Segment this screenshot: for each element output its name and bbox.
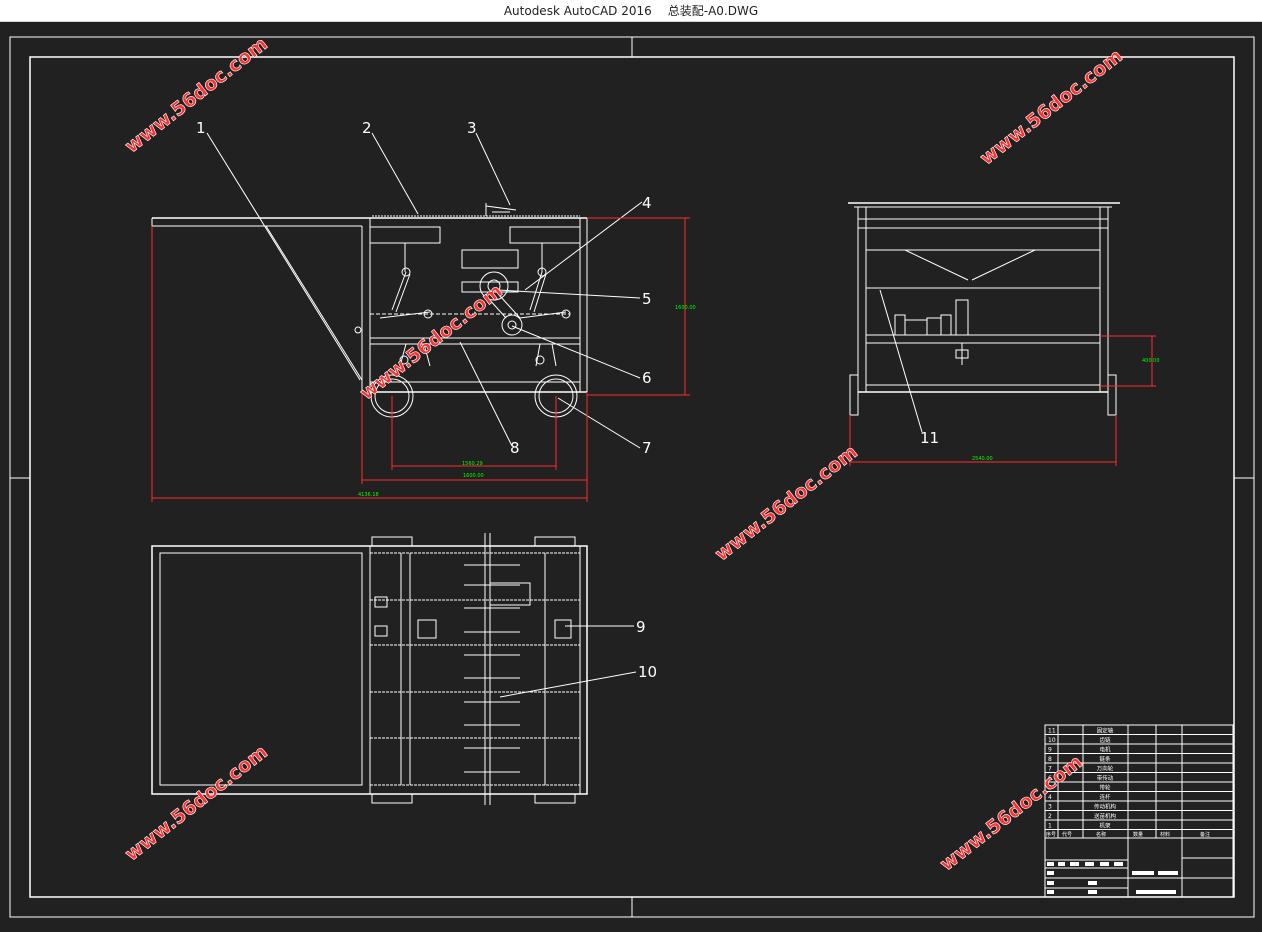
parts-row-name: 齿链 — [1099, 736, 1111, 744]
file-title: 总装配-A0.DWG — [667, 4, 759, 18]
dim-wheel-spacing: 1560.29 — [462, 461, 483, 467]
parts-row-number: 1 — [1048, 823, 1052, 830]
dim-front-height: 1600.00 — [675, 305, 696, 311]
app-title: Autodesk AutoCAD 2016 — [503, 3, 652, 18]
svg-text:代号: 代号 — [1062, 831, 1072, 838]
callout-9: 9 — [636, 618, 646, 636]
callout-8: 8 — [510, 439, 520, 457]
watermark-text: www.56doc.com — [121, 33, 272, 158]
parts-row-name: 连杆 — [1099, 793, 1111, 801]
watermark-text: www.56doc.com — [936, 751, 1087, 876]
parts-row-name: 万向轮 — [1097, 765, 1114, 773]
title-block[interactable]: 11 固定轴10 齿链9 电机8 链条7 万向轮6 带传动5 带轮4 连杆3 传动机构2 送苗机构1… — [1044, 724, 1234, 898]
parts-row-name: 链条 — [1099, 755, 1111, 763]
parts-row-name: 送苗机构 — [1094, 812, 1117, 820]
dim-side-width: 2540.00 — [972, 456, 993, 462]
callout-3: 3 — [467, 119, 477, 137]
watermark-text: www.56doc.com — [356, 280, 507, 405]
callout-7: 7 — [642, 439, 652, 457]
callout-1: 1 — [196, 119, 206, 137]
parts-row-number: 10 — [1048, 737, 1056, 744]
drawing-svg[interactable]: 1600.00 1560.29 1600.00 4136.18 400.00 2… — [0, 22, 1262, 928]
svg-text:材料: 材料 — [1160, 831, 1170, 838]
parts-row-name: 固定轴 — [1097, 727, 1114, 735]
watermark-text: www.56doc.com — [121, 741, 272, 866]
dim-base-length: 1600.00 — [463, 473, 484, 479]
svg-text:序号: 序号 — [1046, 831, 1056, 838]
window-title-bar: Autodesk AutoCAD 2016 总装配-A0.DWG — [0, 0, 1262, 22]
parts-row-name: 带传动 — [1097, 774, 1114, 782]
drawing-canvas[interactable]: 1600.00 1560.29 1600.00 4136.18 400.00 2… — [0, 22, 1262, 928]
svg-text:名称: 名称 — [1096, 831, 1106, 838]
callout-4: 4 — [642, 194, 652, 212]
callout-6: 6 — [642, 369, 652, 387]
callout-5: 5 — [642, 290, 652, 308]
callout-11: 11 — [920, 429, 939, 447]
dimension-lines — [151, 217, 1156, 502]
parts-row-number: 3 — [1048, 804, 1052, 811]
svg-text:备注: 备注 — [1200, 831, 1210, 838]
top-view[interactable] — [151, 533, 588, 805]
watermark-text: www.56doc.com — [711, 441, 862, 566]
parts-row-number: 9 — [1048, 747, 1052, 754]
watermark-text: www.56doc.com — [976, 45, 1127, 170]
watermarks: www.56doc.com www.56doc.com www.56doc.co… — [121, 33, 1128, 876]
svg-text:数量: 数量 — [1133, 831, 1143, 838]
parts-row-name: 电机 — [1099, 746, 1111, 754]
parts-row-name: 带轮 — [1099, 784, 1111, 792]
parts-row-number: 2 — [1048, 813, 1052, 820]
parts-row-name: 传动机构 — [1094, 803, 1117, 811]
dim-side-height: 400.00 — [1142, 358, 1160, 364]
callout-numbers: 1 2 3 4 5 6 7 8 9 10 11 — [196, 119, 939, 681]
dim-total-length: 4136.18 — [358, 492, 379, 498]
parts-row-number: 8 — [1048, 756, 1052, 763]
side-view[interactable] — [848, 202, 1120, 416]
parts-row-number: 11 — [1048, 728, 1056, 735]
callout-2: 2 — [362, 119, 372, 137]
callout-10: 10 — [638, 663, 657, 681]
parts-row-name: 机架 — [1099, 822, 1111, 830]
dimension-texts: 1600.00 1560.29 1600.00 4136.18 400.00 2… — [358, 305, 1160, 498]
